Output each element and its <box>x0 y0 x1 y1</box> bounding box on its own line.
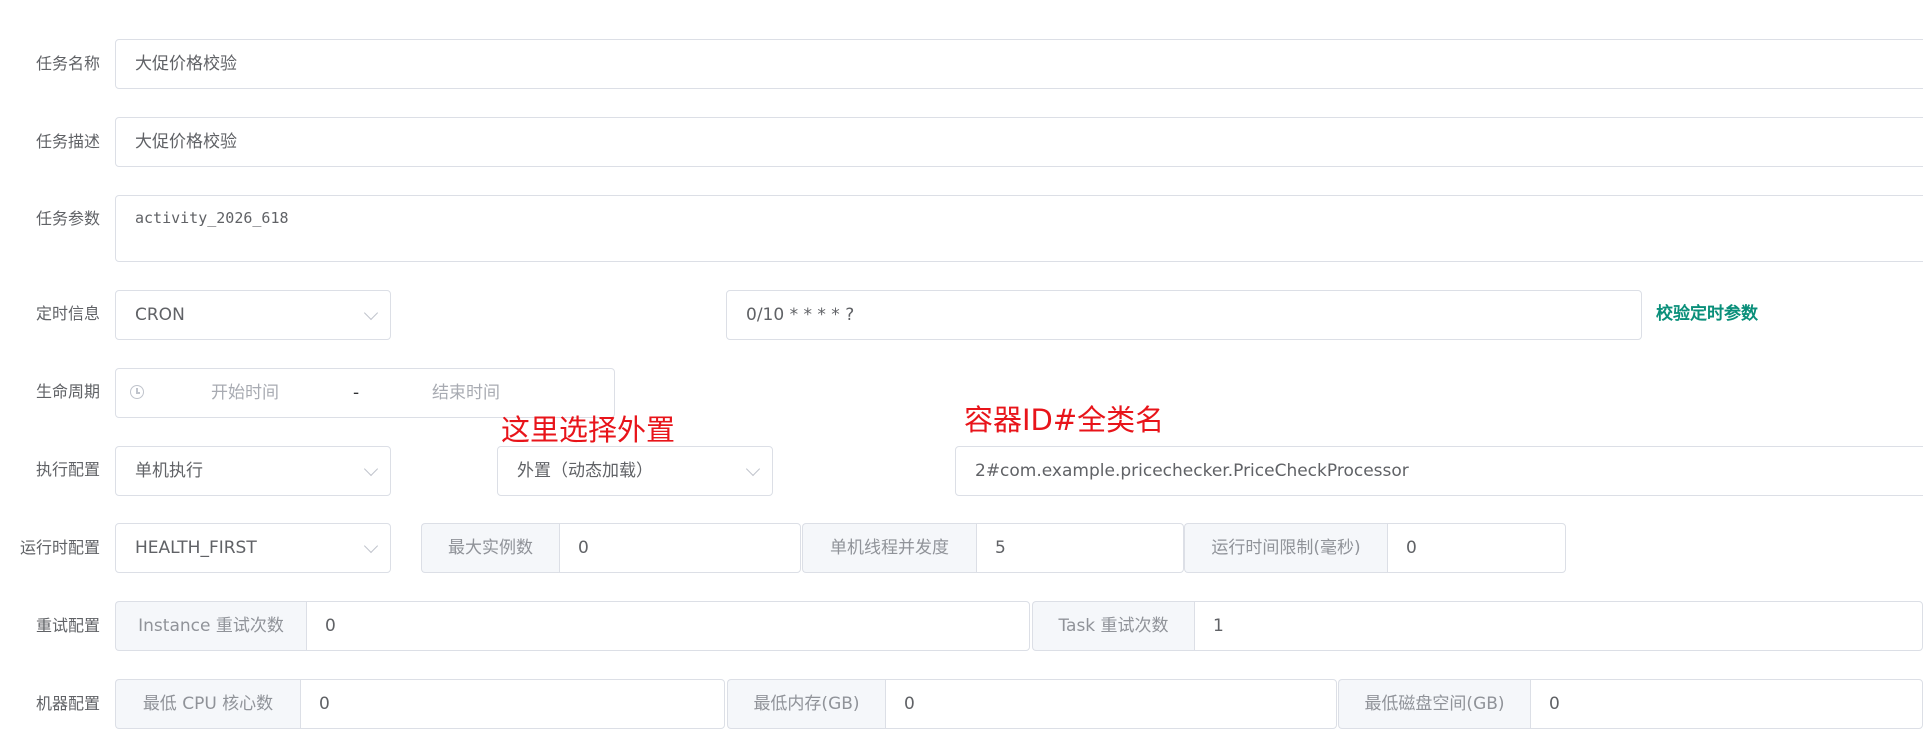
validate-schedule-link[interactable]: 校验定时参数 <box>1656 304 1758 324</box>
start-time-input[interactable]: 开始时间 <box>211 369 279 417</box>
lifecycle-label: 生命周期 <box>35 382 100 401</box>
max-instances-group: 最大实例数 0 <box>421 523 801 573</box>
schedule-type-value: CRON <box>135 305 185 325</box>
external-annotation: 这里选择外置 <box>501 413 676 447</box>
min-memory-group: 最低内存(GB) 0 <box>727 679 1337 729</box>
instance-retry-input[interactable]: 0 <box>306 601 1030 651</box>
max-instances-input[interactable]: 0 <box>559 523 801 573</box>
chevron-down-icon <box>745 461 761 477</box>
task-params-textarea[interactable]: activity_2026_618 <box>115 195 1923 262</box>
min-disk-input[interactable]: 0 <box>1530 679 1923 729</box>
task-desc-label: 任务描述 <box>35 132 100 151</box>
chevron-down-icon <box>363 305 379 321</box>
clock-icon <box>130 385 144 399</box>
schedule-type-select[interactable]: CRON <box>115 290 391 340</box>
task-params-label: 任务参数 <box>35 209 100 228</box>
min-cpu-input[interactable]: 0 <box>300 679 725 729</box>
runtime-label: 运行时配置 <box>19 538 100 557</box>
min-disk-label: 最低磁盘空间(GB) <box>1338 679 1530 729</box>
concurrency-input[interactable]: 5 <box>976 523 1184 573</box>
execution-mode-value: 单机执行 <box>135 461 203 481</box>
machine-label: 机器配置 <box>35 694 100 713</box>
task-retry-group: Task 重试次数 1 <box>1032 601 1923 651</box>
dispatch-strategy-select[interactable]: HEALTH_FIRST <box>115 523 391 573</box>
time-limit-input[interactable]: 0 <box>1387 523 1566 573</box>
min-memory-input[interactable]: 0 <box>885 679 1337 729</box>
min-cpu-label: 最低 CPU 核心数 <box>115 679 300 729</box>
min-memory-label: 最低内存(GB) <box>727 679 885 729</box>
task-desc-input[interactable]: 大促价格校验 <box>115 117 1923 167</box>
dispatch-strategy-value: HEALTH_FIRST <box>135 538 257 558</box>
processor-info-input[interactable]: 2#com.example.pricechecker.PriceCheckPro… <box>955 446 1923 496</box>
task-retry-label: Task 重试次数 <box>1032 601 1194 651</box>
time-limit-label: 运行时间限制(毫秒) <box>1184 523 1387 573</box>
max-instances-label: 最大实例数 <box>421 523 559 573</box>
execution-label: 执行配置 <box>35 460 100 479</box>
task-name-input[interactable]: 大促价格校验 <box>115 39 1923 89</box>
cron-expression-input[interactable]: 0/10 * * * * ? <box>726 290 1642 340</box>
concurrency-label: 单机线程并发度 <box>802 523 976 573</box>
end-time-input[interactable]: 结束时间 <box>432 369 500 417</box>
chevron-down-icon <box>363 538 379 554</box>
range-separator: - <box>353 383 360 403</box>
task-retry-input[interactable]: 1 <box>1194 601 1923 651</box>
processor-type-value: 外置（动态加载） <box>517 461 653 481</box>
container-annotation: 容器ID#全类名 <box>964 403 1165 437</box>
concurrency-group: 单机线程并发度 5 <box>802 523 1184 573</box>
processor-type-select[interactable]: 外置（动态加载） <box>497 446 773 496</box>
task-name-label: 任务名称 <box>35 54 100 73</box>
time-limit-group: 运行时间限制(毫秒) 0 <box>1184 523 1566 573</box>
schedule-label: 定时信息 <box>35 304 100 323</box>
instance-retry-label: Instance 重试次数 <box>115 601 306 651</box>
min-cpu-group: 最低 CPU 核心数 0 <box>115 679 725 729</box>
instance-retry-group: Instance 重试次数 0 <box>115 601 1030 651</box>
chevron-down-icon <box>363 461 379 477</box>
execution-mode-select[interactable]: 单机执行 <box>115 446 391 496</box>
min-disk-group: 最低磁盘空间(GB) 0 <box>1338 679 1923 729</box>
retry-label: 重试配置 <box>35 616 100 635</box>
lifecycle-range-picker[interactable]: 开始时间 - 结束时间 <box>115 368 615 418</box>
